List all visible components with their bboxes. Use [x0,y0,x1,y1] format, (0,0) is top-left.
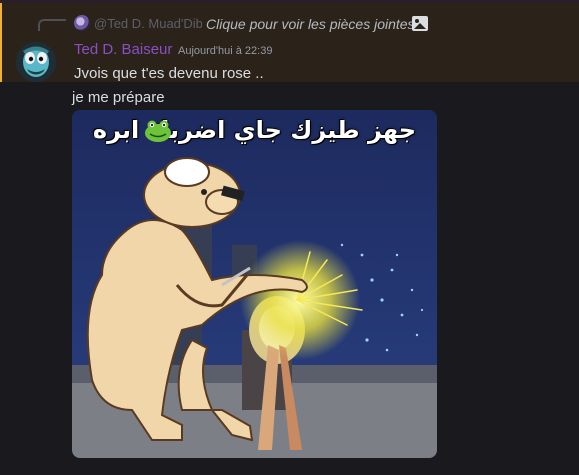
image-attachment[interactable]: جهز طيزك جاي اضربك ابره [72,110,437,458]
message-text-line: Jvois que t'es devenu rose .. [74,65,264,82]
highlighted-message-group: @Ted D. Muad'Dib Clique pour voir les pi… [0,3,579,82]
message-timestamp: Aujourd'hui à 22:39 [178,45,273,57]
image-icon [412,16,428,31]
reply-author-avatar[interactable] [74,15,90,31]
message-text-line: je me prépare [72,89,165,106]
avatar[interactable] [16,42,56,82]
reply-preview-link[interactable]: Clique pour voir les pièces jointes [206,16,415,32]
reply-spine [38,19,66,31]
message-author-name[interactable]: Ted D. Baiseur [74,41,172,58]
image-caption: جهز طيزك جاي اضربك ابره [92,116,417,144]
frog-emoji [145,120,171,142]
reply-author-name[interactable]: @Ted D. Muad'Dib [94,16,202,31]
